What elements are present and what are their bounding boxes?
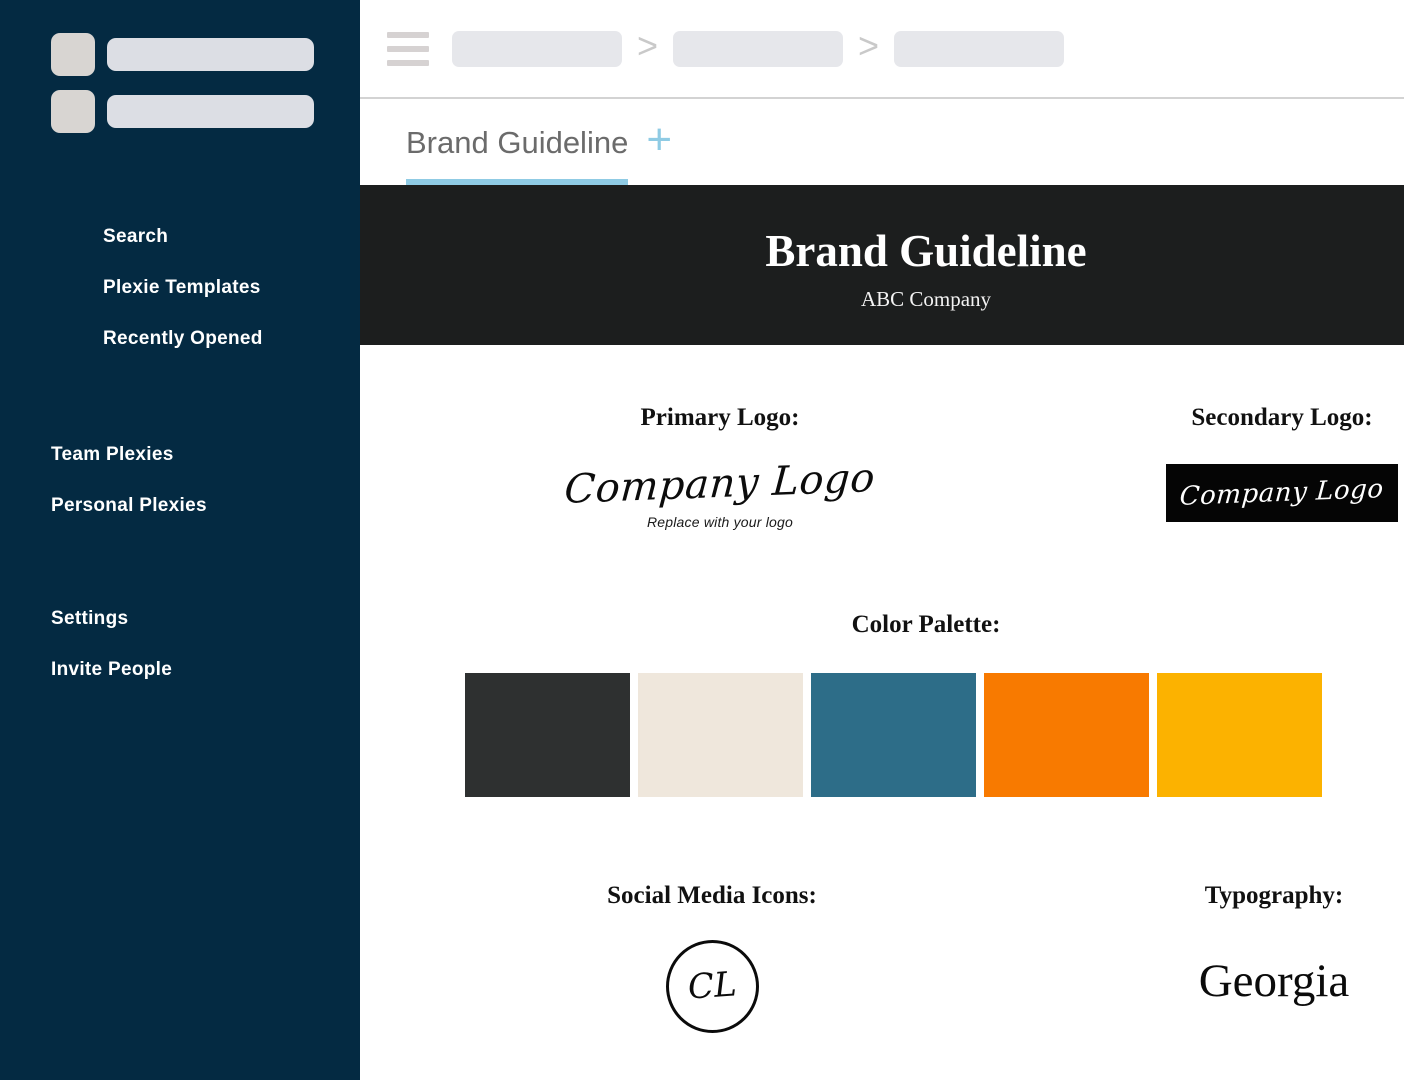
sidebar-item-personal-plexies[interactable]: Personal Plexies <box>0 480 360 531</box>
avatar-placeholder-icon-2 <box>51 90 95 133</box>
document-banner: Brand Guideline ABC Company <box>360 185 1404 345</box>
document-title: Brand Guideline <box>765 225 1087 276</box>
color-palette-section: Color Palette: <box>360 612 1404 797</box>
main-area: > > Brand Guideline + Brand Guideline AB… <box>360 0 1404 1080</box>
social-media-heading: Social Media Icons: <box>607 882 817 909</box>
monogram-text: CL <box>686 963 738 1008</box>
breadcrumb-separator-1: > <box>637 24 659 66</box>
secondary-logo-section: Secondary Logo: Company Logo <box>1072 405 1404 530</box>
add-tab-button[interactable]: + <box>646 118 672 162</box>
swatch-charcoal <box>465 673 630 797</box>
breadcrumb-item-1[interactable] <box>452 30 622 67</box>
secondary-logo-wordmark: Company Logo <box>1179 474 1385 512</box>
swatch-amber <box>1157 673 1322 797</box>
sidebar-item-search[interactable]: Search <box>0 211 360 262</box>
hamburger-line-1 <box>387 31 429 38</box>
breadcrumb-item-2[interactable] <box>673 30 844 67</box>
sidebar-placeholder-row-1 <box>51 33 360 76</box>
secondary-logo-art: Company Logo <box>1072 464 1404 522</box>
tab-label: Brand Guideline <box>406 124 629 160</box>
social-media-section: Social Media Icons: CL <box>432 883 992 1033</box>
breadcrumb-separator-2: > <box>858 24 880 66</box>
hamburger-line-3 <box>387 59 429 66</box>
sidebar-item-recently-opened[interactable]: Recently Opened <box>0 313 360 364</box>
color-palette-row <box>360 673 1404 797</box>
primary-logo-section: Primary Logo: Company Logo Replace with … <box>440 405 1000 530</box>
tab-brand-guideline[interactable]: Brand Guideline <box>406 99 629 185</box>
breadcrumb: > > <box>452 24 1065 67</box>
swatch-orange <box>984 673 1149 797</box>
avatar-placeholder-icon-1 <box>51 33 95 76</box>
sidebar-item-settings[interactable]: Settings <box>0 593 360 644</box>
secondary-logo-heading: Secondary Logo: <box>1191 404 1373 431</box>
app-root: Search Plexie Templates Recently Opened … <box>0 0 1404 1080</box>
document-subtitle: ABC Company <box>860 287 992 312</box>
tab-strip: Brand Guideline + <box>360 99 1404 185</box>
typography-sample: Georgia <box>1198 955 1350 1007</box>
bottom-row: Social Media Icons: CL Typography: Georg… <box>360 883 1404 1033</box>
logos-row: Primary Logo: Company Logo Replace with … <box>360 345 1404 530</box>
name-placeholder-bar-2 <box>107 95 314 128</box>
swatch-teal-blue <box>811 673 976 797</box>
sidebar-item-invite-people[interactable]: Invite People <box>0 644 360 695</box>
primary-logo-art: Company Logo Replace with your logo <box>440 455 1000 530</box>
sidebar-nav-account: Settings Invite People <box>0 593 360 695</box>
swatch-cream <box>638 673 803 797</box>
name-placeholder-bar-1 <box>107 38 314 71</box>
primary-logo-caption: Replace with your logo <box>646 514 794 530</box>
hamburger-menu-icon[interactable] <box>387 31 429 66</box>
color-palette-heading: Color Palette: <box>851 611 1001 638</box>
sidebar-profile-placeholders <box>0 0 360 133</box>
typography-section: Typography: Georgia <box>1064 883 1404 1033</box>
primary-logo-wordmark: Company Logo <box>563 455 877 513</box>
top-bar: > > <box>360 0 1404 99</box>
sidebar: Search Plexie Templates Recently Opened … <box>0 0 360 1080</box>
sidebar-nav-plexies: Team Plexies Personal Plexies <box>0 429 360 531</box>
secondary-logo-box: Company Logo <box>1166 464 1398 522</box>
sidebar-nav-primary: Search Plexie Templates Recently Opened <box>0 211 360 364</box>
typography-heading: Typography: <box>1204 882 1344 909</box>
sidebar-item-plexie-templates[interactable]: Plexie Templates <box>0 262 360 313</box>
sidebar-placeholder-row-2 <box>51 90 360 133</box>
monogram-circle-icon: CL <box>665 940 759 1033</box>
hamburger-line-2 <box>387 45 429 52</box>
document-canvas: Brand Guideline ABC Company Primary Logo… <box>360 185 1404 1033</box>
breadcrumb-item-3[interactable] <box>894 30 1065 67</box>
sidebar-item-team-plexies[interactable]: Team Plexies <box>0 429 360 480</box>
primary-logo-heading: Primary Logo: <box>640 404 800 431</box>
